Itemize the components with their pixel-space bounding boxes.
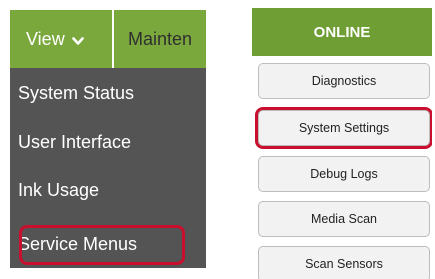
media-scan-button[interactable]: Media Scan xyxy=(258,201,430,237)
button-label: Debug Logs xyxy=(310,167,378,181)
menubar-divider xyxy=(112,10,114,68)
menu-item-ink-usage[interactable]: Ink Usage xyxy=(10,168,206,212)
debug-logs-button[interactable]: Debug Logs xyxy=(258,156,430,192)
menu-item-service-menus[interactable]: Service Menus xyxy=(10,222,206,266)
online-header: ONLINE xyxy=(252,8,432,56)
diagnostics-button[interactable]: Diagnostics xyxy=(258,63,430,99)
menu-item-label: System Status xyxy=(18,82,135,103)
service-panel: ONLINE Diagnostics System Settings Debug… xyxy=(252,8,432,279)
button-label: Media Scan xyxy=(310,212,377,226)
scan-sensors-button[interactable]: Scan Sensors xyxy=(258,246,430,279)
maintenance-menu-button[interactable]: Mainten xyxy=(128,10,206,68)
view-menu-label: View xyxy=(26,28,65,49)
menu-item-label: User Interface xyxy=(18,131,132,152)
button-label: Scan Sensors xyxy=(305,257,383,271)
view-menu-panel: View Mainten System Status User Interfac… xyxy=(10,10,206,268)
menu-item-label: Service Menus xyxy=(18,233,138,254)
button-label: System Settings xyxy=(298,121,390,135)
menu-item-user-interface[interactable]: User Interface xyxy=(10,120,206,164)
menubar: View Mainten xyxy=(10,10,206,68)
menu-item-system-status[interactable]: System Status xyxy=(10,71,206,115)
maintenance-menu-label: Mainten xyxy=(128,28,193,49)
menu-item-label: Ink Usage xyxy=(18,179,100,200)
chevron-down-icon xyxy=(71,30,84,51)
view-menu-button[interactable]: View xyxy=(10,10,112,68)
system-settings-button[interactable]: System Settings xyxy=(258,110,430,146)
online-header-label: ONLINE xyxy=(313,23,371,41)
button-label: Diagnostics xyxy=(311,74,377,88)
